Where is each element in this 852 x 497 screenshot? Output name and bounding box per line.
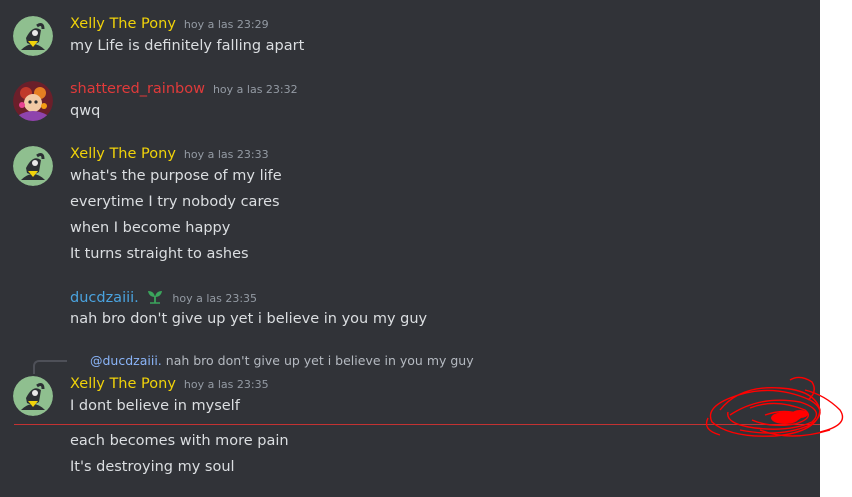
- chat-message-list: Xelly The Pony hoy a las 23:29 my Life is…: [0, 0, 820, 497]
- message-text: It's destroying my soul: [70, 459, 235, 475]
- username-xelly[interactable]: Xelly The Pony: [70, 16, 176, 32]
- character-avatar-icon: [13, 81, 53, 121]
- reply-text: nah bro don't give up yet i believe in y…: [165, 353, 474, 368]
- reply-mention[interactable]: @ducdzaiii.: [90, 353, 162, 368]
- message-text: each becomes with more pain: [70, 433, 289, 449]
- message-text: when I become happy: [70, 220, 231, 236]
- message-header: Xelly The Pony hoy a las 23:29: [70, 15, 269, 34]
- username-xelly[interactable]: Xelly The Pony: [70, 376, 176, 392]
- sprout-icon[interactable]: [146, 288, 164, 304]
- message-text: everytime I try nobody cares: [70, 194, 280, 210]
- red-scribble-annotation: [705, 376, 844, 437]
- message-text: qwq: [70, 103, 101, 119]
- message-header: ducdzaiii. hoy a las 23:35: [70, 288, 257, 308]
- reply-preview[interactable]: @ducdzaiii. nah bro don't give up yet i …: [90, 353, 474, 369]
- avatar-xelly[interactable]: [13, 16, 53, 56]
- reply-connector: [33, 360, 67, 374]
- message-text: my Life is definitely falling apart: [70, 38, 305, 54]
- pony-avatar-icon: [13, 146, 53, 186]
- message-timestamp: hoy a las 23:29: [183, 18, 269, 31]
- message-timestamp: hoy a las 23:35: [172, 292, 258, 305]
- message-header: shattered_rainbow hoy a las 23:32: [70, 80, 298, 99]
- message-timestamp: hoy a las 23:35: [183, 378, 269, 391]
- avatar-shattered-rainbow[interactable]: [13, 81, 53, 121]
- message-text: what's the purpose of my life: [70, 168, 282, 184]
- pony-avatar-icon: [13, 16, 53, 56]
- username-ducdzaiii[interactable]: ducdzaiii.: [70, 290, 139, 306]
- message-timestamp: hoy a las 23:33: [183, 148, 269, 161]
- username-shattered-rainbow[interactable]: shattered_rainbow: [70, 81, 205, 97]
- avatar-xelly[interactable]: [13, 146, 53, 186]
- username-xelly[interactable]: Xelly The Pony: [70, 146, 176, 162]
- message-header: Xelly The Pony hoy a las 23:35: [70, 375, 269, 394]
- avatar-xelly[interactable]: [13, 376, 53, 416]
- message-text: nah bro don't give up yet i believe in y…: [70, 311, 428, 327]
- pony-avatar-icon: [13, 376, 53, 416]
- message-text: It turns straight to ashes: [70, 246, 249, 262]
- message-header: Xelly The Pony hoy a las 23:33: [70, 145, 269, 164]
- message-timestamp: hoy a las 23:32: [212, 83, 298, 96]
- message-text: I dont believe in myself: [70, 398, 240, 414]
